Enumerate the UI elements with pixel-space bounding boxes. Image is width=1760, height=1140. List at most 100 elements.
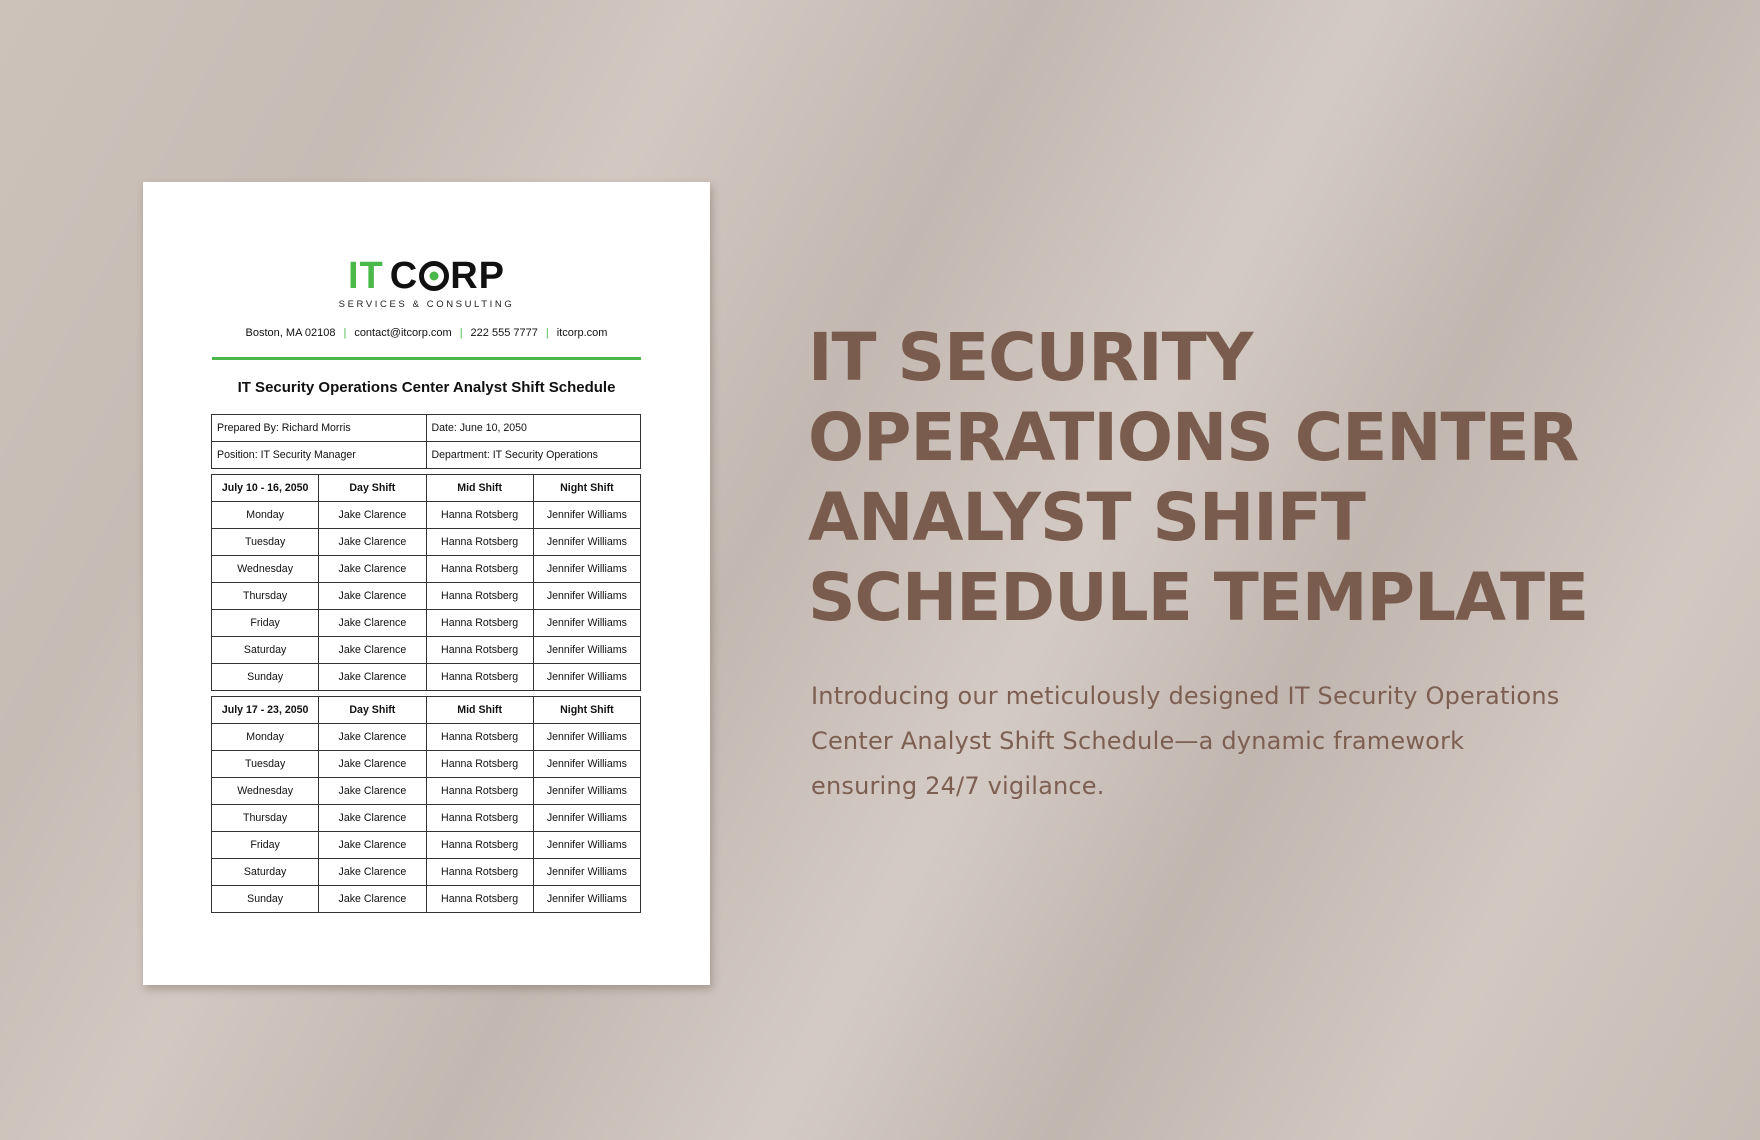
mid-shift-cell: Hanna Rotsberg (425, 831, 534, 859)
day-shift-cell: Jake Clarence (318, 528, 427, 556)
night-shift-cell: Jennifer Williams (532, 831, 642, 859)
contact-phone: 222 555 7777 (470, 327, 538, 339)
promo-description: Introducing our meticulously designed IT… (811, 682, 1560, 800)
promo-heading-line: ANALYST SHIFT (808, 479, 1366, 556)
day-cell: Tuesday (210, 528, 320, 556)
night-shift-cell: Jennifer Williams (532, 663, 642, 691)
day-cell: Thursday (210, 804, 320, 832)
day-shift-cell: Jake Clarence (318, 636, 427, 664)
contact-website: itcorp.com (556, 327, 608, 339)
schedule-row: Saturday Jake Clarence Hanna Rotsberg Jenni… (210, 858, 642, 886)
schedule-row: Sunday Jake Clarence Hanna Rotsberg Jennife… (210, 885, 642, 913)
mid-shift-cell: Hanna Rotsberg (425, 582, 534, 610)
night-shift-cell: Jennifer Williams (532, 501, 642, 529)
document-title: IT Security Operations Center Analyst Sh… (237, 379, 616, 396)
info-row: Prepared By: Richard Morris Date: June 1… (211, 414, 641, 442)
day-cell: Saturday (210, 858, 320, 886)
target-icon (419, 261, 450, 291)
schedule-header-row: July 10 - 16, 2050 Day Shift Mid Shift Nigh… (210, 474, 642, 502)
night-shift-header: Night Shift (532, 474, 642, 502)
mid-shift-cell: Hanna Rotsberg (425, 723, 534, 751)
day-shift-cell: Jake Clarence (318, 858, 427, 886)
night-shift-cell: Jennifer Williams (532, 750, 642, 778)
day-cell: Monday (210, 501, 320, 529)
schedule-row: Thursday Jake Clarence Hanna Rotsberg Jenni… (210, 582, 642, 610)
day-shift-header: Day Shift (318, 474, 427, 502)
day-shift-cell: Jake Clarence (318, 609, 427, 637)
contact-separator: | (459, 327, 463, 339)
day-cell: Friday (210, 831, 320, 859)
day-cell: Wednesday (210, 777, 320, 805)
night-shift-cell: Jennifer Williams (532, 804, 642, 832)
schedule-row: Wednesday Jake Clarence Hanna Rotsberg Jenn… (210, 555, 642, 583)
night-shift-header: Night Shift (532, 696, 642, 724)
promo-heading-line: IT SECURITY (808, 319, 1253, 396)
day-shift-cell: Jake Clarence (318, 663, 427, 691)
info-row: Position: IT Security Manager Department… (211, 441, 641, 469)
day-shift-cell: Jake Clarence (318, 750, 427, 778)
day-shift-cell: Jake Clarence (318, 804, 427, 832)
mid-shift-cell: Hanna Rotsberg (425, 858, 534, 886)
mid-shift-cell: Hanna Rotsberg (425, 750, 534, 778)
day-cell: Monday (210, 723, 320, 751)
schedule-header-row: July 17 - 23, 2050 Day Shift Mid Shift Nigh… (210, 696, 642, 724)
department-cell: Department: IT Security Operations (425, 441, 641, 469)
mid-shift-cell: Hanna Rotsberg (425, 555, 534, 583)
night-shift-cell: Jennifer Williams (532, 528, 642, 556)
schedule-row: Wednesday Jake Clarence Hanna Rotsberg Jenn… (210, 777, 642, 805)
schedule-row: Friday Jake Clarence Hanna Rotsberg Jennife… (210, 831, 642, 859)
promo-heading-line: SCHEDULE TEMPLATE (808, 559, 1589, 636)
day-shift-cell: Jake Clarence (318, 885, 427, 913)
night-shift-cell: Jennifer Williams (532, 555, 642, 583)
mid-shift-cell: Hanna Rotsberg (425, 885, 534, 913)
day-cell: Thursday (210, 582, 320, 610)
document-preview: IT C RP SERVICES & CONSULTING Boston, MA… (143, 182, 710, 985)
schedule-table-week-2: July 17 - 23, 2050 Day Shift Mid Shift Nigh… (210, 696, 642, 913)
mid-shift-header: Mid Shift (425, 474, 534, 502)
mid-shift-cell: Hanna Rotsberg (425, 663, 534, 691)
logo-c-text: C (389, 255, 419, 297)
info-table: Prepared By: Richard Morris Date: June 1… (211, 414, 641, 469)
mid-shift-cell: Hanna Rotsberg (425, 804, 534, 832)
schedule-row: Tuesday Jake Clarence Hanna Rotsberg Jennif… (210, 750, 642, 778)
promo-heading-line: OPERATIONS CENTER (808, 399, 1579, 476)
week-range-header: July 17 - 23, 2050 (210, 696, 320, 724)
night-shift-cell: Jennifer Williams (532, 885, 642, 913)
day-cell: Saturday (210, 636, 320, 664)
mid-shift-cell: Hanna Rotsberg (425, 636, 534, 664)
contact-separator: | (343, 327, 347, 339)
day-shift-cell: Jake Clarence (318, 777, 427, 805)
day-cell: Wednesday (210, 555, 320, 583)
header-divider (212, 357, 641, 360)
contact-line: Boston, MA 02108 | contact@itcorp.com | 222 … (143, 327, 710, 339)
week-range-header: July 10 - 16, 2050 (210, 474, 320, 502)
position-cell: Position: IT Security Manager (211, 441, 427, 469)
day-shift-cell: Jake Clarence (318, 723, 427, 751)
date-cell: Date: June 10, 2050 (425, 414, 641, 442)
schedule-row: Monday Jake Clarence Hanna Rotsberg Jennife… (210, 501, 642, 529)
prepared-by-cell: Prepared By: Richard Morris (211, 414, 427, 442)
day-shift-cell: Jake Clarence (318, 831, 427, 859)
logo-tagline: SERVICES & CONSULTING (338, 299, 515, 310)
night-shift-cell: Jennifer Williams (532, 777, 642, 805)
mid-shift-cell: Hanna Rotsberg (425, 528, 534, 556)
contact-separator: | (545, 327, 549, 339)
mid-shift-cell: Hanna Rotsberg (425, 777, 534, 805)
schedule-row: Tuesday Jake Clarence Hanna Rotsberg Jennif… (210, 528, 642, 556)
mid-shift-cell: Hanna Rotsberg (425, 609, 534, 637)
schedule-row: Sunday Jake Clarence Hanna Rotsberg Jennife… (210, 663, 642, 691)
mid-shift-header: Mid Shift (425, 696, 534, 724)
mid-shift-cell: Hanna Rotsberg (425, 501, 534, 529)
night-shift-cell: Jennifer Williams (532, 858, 642, 886)
day-shift-header: Day Shift (318, 696, 427, 724)
day-cell: Friday (210, 609, 320, 637)
contact-email: contact@itcorp.com (354, 327, 452, 339)
day-shift-cell: Jake Clarence (318, 555, 427, 583)
day-cell: Sunday (210, 885, 320, 913)
night-shift-cell: Jennifer Williams (532, 723, 642, 751)
day-shift-cell: Jake Clarence (318, 501, 427, 529)
day-shift-cell: Jake Clarence (318, 582, 427, 610)
schedule-row: Friday Jake Clarence Hanna Rotsberg Jennife… (210, 609, 642, 637)
night-shift-cell: Jennifer Williams (532, 636, 642, 664)
contact-address: Boston, MA 02108 (245, 327, 336, 339)
